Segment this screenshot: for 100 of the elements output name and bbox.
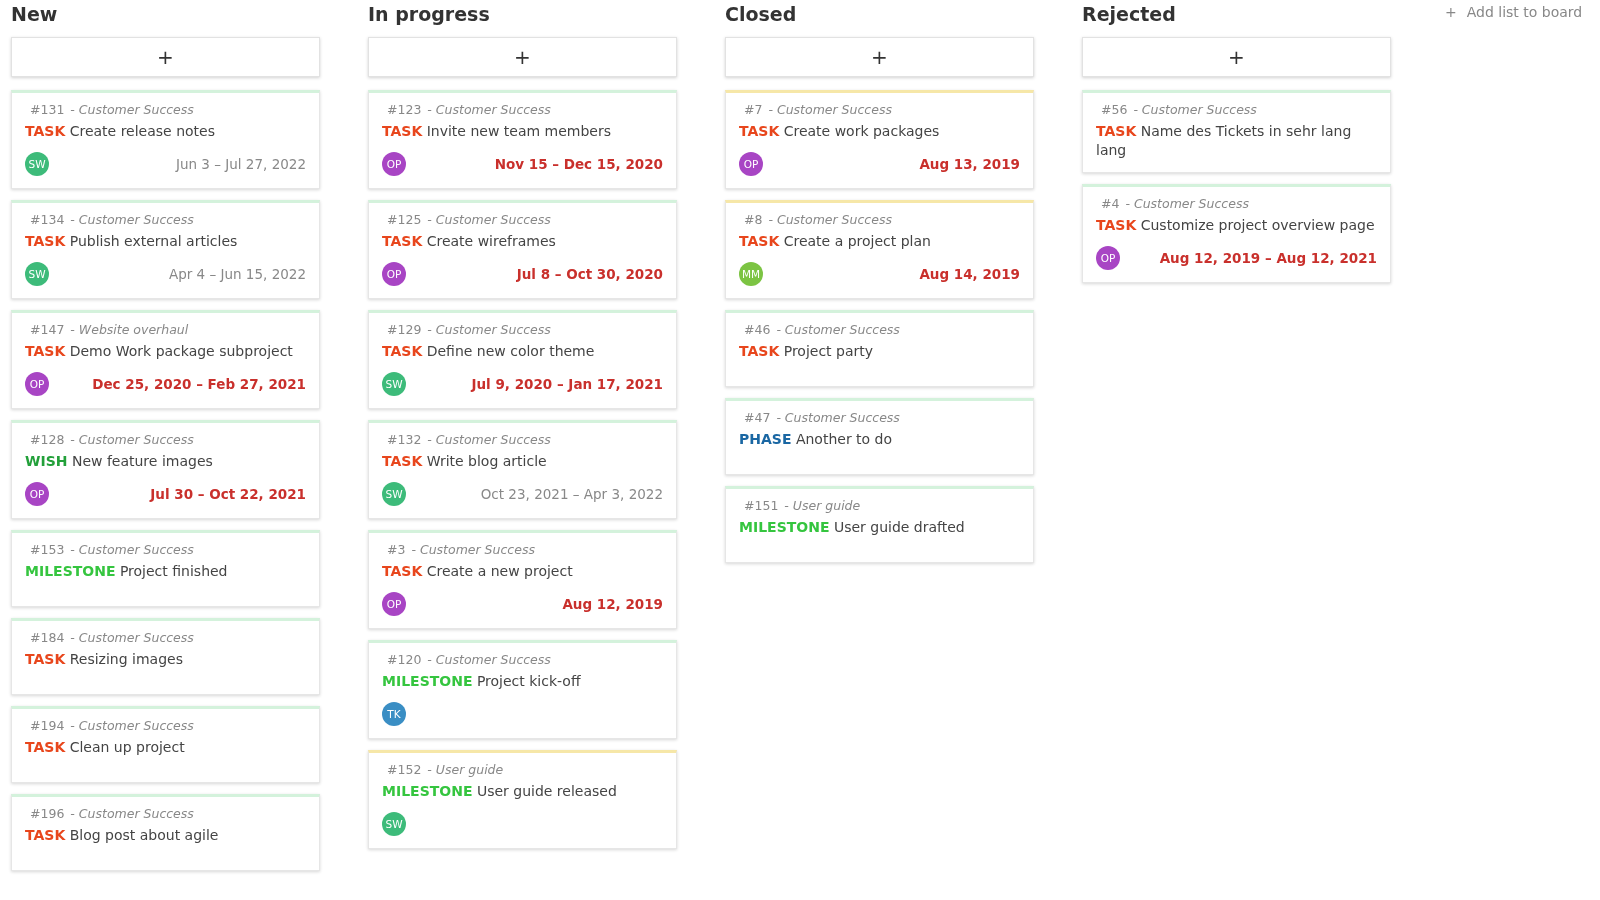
card-number: #8 xyxy=(744,212,763,227)
project-name: - Customer Success xyxy=(70,432,194,447)
card-subject: TASK Create a project plan xyxy=(739,232,932,251)
card-subject: TASK Create work packages xyxy=(739,122,941,141)
plus-icon[interactable]: + xyxy=(1445,4,1457,20)
card-number: #134 xyxy=(30,212,65,227)
date-range: Jul 8 – Oct 30, 2020 xyxy=(516,266,663,282)
card-number: #123 xyxy=(387,102,422,117)
card-subject: WISH New feature images xyxy=(25,452,214,471)
add-card-button[interactable]: + xyxy=(368,37,677,77)
date-range: Aug 12, 2019 xyxy=(562,596,663,612)
card-subject: TASK Resizing images xyxy=(25,650,184,669)
work-package-card[interactable]: #7 - Customer Success TASK Create work packages OP Aug 13, 2019 xyxy=(725,90,1034,189)
card-number: #7 xyxy=(744,102,763,117)
date-range: Jul 30 – Oct 22, 2021 xyxy=(150,486,306,502)
add-card-button[interactable]: + xyxy=(1082,37,1391,77)
add-list-link[interactable]: Add list to board xyxy=(1466,4,1583,20)
list-title: In progress xyxy=(368,2,491,26)
card-subject: TASK Customize project overview page xyxy=(1096,216,1376,235)
project-name: - Customer Success xyxy=(70,718,194,733)
card-subject: TASK Invite new team members xyxy=(382,122,612,141)
card-subject: PHASE Another to do xyxy=(739,430,894,449)
user-avatar: OP xyxy=(739,152,763,176)
user-avatar: SW xyxy=(382,482,406,506)
card-number: #132 xyxy=(387,432,422,447)
user-avatar: OP xyxy=(25,482,49,506)
work-package-card[interactable]: #152 - User guide MILESTONE User guide released SW xyxy=(368,750,677,849)
user-avatar: OP xyxy=(1096,246,1120,270)
project-name: - Customer Success xyxy=(1133,102,1257,117)
user-avatar: OP xyxy=(25,372,49,396)
project-name: - Customer Success xyxy=(776,410,900,425)
project-name: - Customer Success xyxy=(427,652,551,667)
work-package-card[interactable]: #196 - Customer Success TASK Blog post about agile xyxy=(11,794,320,871)
card-number: #4 xyxy=(1101,196,1120,211)
work-package-card[interactable]: #194 - Customer Success TASK Clean up project xyxy=(11,706,320,783)
work-package-card[interactable]: #120 - Customer Success MILESTONE Project kick-off TK xyxy=(368,640,677,739)
work-package-card[interactable]: #131 - Customer Success TASK Create release notes SW Jun 3 – Jul 27, 2022 xyxy=(11,90,320,189)
card-number: #152 xyxy=(387,762,422,777)
card-subject: MILESTONE Project finished xyxy=(25,562,229,581)
work-package-card[interactable]: #151 - User guide MILESTONE User guide drafted xyxy=(725,486,1034,563)
card-number: #131 xyxy=(30,102,65,117)
card-subject: TASK Demo Work package subproject xyxy=(25,342,294,361)
project-name: - Customer Success xyxy=(427,432,551,447)
user-avatar: MM xyxy=(739,262,763,286)
project-name: - Website overhaul xyxy=(70,322,189,337)
user-avatar: OP xyxy=(382,152,406,176)
card-subject: TASK Define new color theme xyxy=(382,342,596,361)
project-name: - Customer Success xyxy=(70,630,194,645)
card-number: #147 xyxy=(30,322,65,337)
date-range: Jun 3 – Jul 27, 2022 xyxy=(176,156,306,172)
card-number: #196 xyxy=(30,806,65,821)
card-number: #184 xyxy=(30,630,65,645)
card-number: #128 xyxy=(30,432,65,447)
project-name: - Customer Success xyxy=(70,806,194,821)
work-package-card[interactable]: #147 - Website overhaul TASK Demo Work package subproject OP Dec 25, 2020 – Feb 27, 2021 xyxy=(11,310,320,409)
work-package-card[interactable]: #132 - Customer Success TASK Write blog article SW Oct 23, 2021 – Apr 3, 2022 xyxy=(368,420,677,519)
card-subject: TASK Name des Tickets in sehr lang lang xyxy=(1096,122,1353,160)
add-card-button[interactable]: + xyxy=(725,37,1034,77)
card-number: #153 xyxy=(30,542,65,557)
add-card-button[interactable]: + xyxy=(11,37,320,77)
date-range: Apr 4 – Jun 15, 2022 xyxy=(168,266,306,282)
work-package-card[interactable]: #153 - Customer Success MILESTONE Project finished xyxy=(11,530,320,607)
card-subject: TASK Create a new project xyxy=(382,562,574,581)
card-subject: MILESTONE User guide released xyxy=(382,782,618,801)
work-package-card[interactable]: #184 - Customer Success TASK Resizing images xyxy=(11,618,320,695)
work-package-card[interactable]: #134 - Customer Success TASK Publish external articles SW Apr 4 – Jun 15, 2022 xyxy=(11,200,320,299)
card-subject: TASK Project party xyxy=(739,342,875,361)
list-title: Closed xyxy=(725,2,798,26)
date-range: Oct 23, 2021 – Apr 3, 2022 xyxy=(480,486,663,502)
card-number: #56 xyxy=(1101,102,1128,117)
user-avatar: SW xyxy=(382,812,406,836)
list-title: Rejected xyxy=(1082,2,1177,26)
work-package-card[interactable]: #129 - Customer Success TASK Define new color theme SW Jul 9, 2020 – Jan 17, 2021 xyxy=(368,310,677,409)
date-range: Dec 25, 2020 – Feb 27, 2021 xyxy=(92,376,306,392)
user-avatar: OP xyxy=(382,592,406,616)
project-name: - User guide xyxy=(784,498,861,513)
date-range: Nov 15 – Dec 15, 2020 xyxy=(494,156,663,172)
work-package-card[interactable]: #4 - Customer Success TASK Customize project overview page OP Aug 12, 2019 – Aug 12, 2021 xyxy=(1082,184,1391,283)
project-name: - Customer Success xyxy=(411,542,535,557)
card-number: #125 xyxy=(387,212,422,227)
card-number: #194 xyxy=(30,718,65,733)
work-package-card[interactable]: #123 - Customer Success TASK Invite new team members OP Nov 15 – Dec 15, 2020 xyxy=(368,90,677,189)
card-number: #46 xyxy=(744,322,771,337)
work-package-card[interactable]: #3 - Customer Success TASK Create a new project OP Aug 12, 2019 xyxy=(368,530,677,629)
card-number: #120 xyxy=(387,652,422,667)
project-name: - Customer Success xyxy=(427,102,551,117)
user-avatar: SW xyxy=(382,372,406,396)
project-name: - Customer Success xyxy=(1125,196,1249,211)
work-package-card[interactable]: #8 - Customer Success TASK Create a project plan MM Aug 14, 2019 xyxy=(725,200,1034,299)
work-package-card[interactable]: #125 - Customer Success TASK Create wireframes OP Jul 8 – Oct 30, 2020 xyxy=(368,200,677,299)
user-avatar: SW xyxy=(25,262,49,286)
work-package-card[interactable]: #128 - Customer Success WISH New feature images OP Jul 30 – Oct 22, 2021 xyxy=(11,420,320,519)
card-number: #151 xyxy=(744,498,779,513)
card-subject: TASK Blog post about agile xyxy=(25,826,220,845)
user-avatar: OP xyxy=(382,262,406,286)
project-name: - Customer Success xyxy=(768,212,892,227)
work-package-card[interactable]: #47 - Customer Success PHASE Another to do xyxy=(725,398,1034,475)
work-package-card[interactable]: #56 - Customer Success TASK Name des Tickets in sehr lang lang xyxy=(1082,90,1391,173)
card-subject: TASK Publish external articles xyxy=(25,232,239,251)
work-package-card[interactable]: #46 - Customer Success TASK Project party xyxy=(725,310,1034,387)
